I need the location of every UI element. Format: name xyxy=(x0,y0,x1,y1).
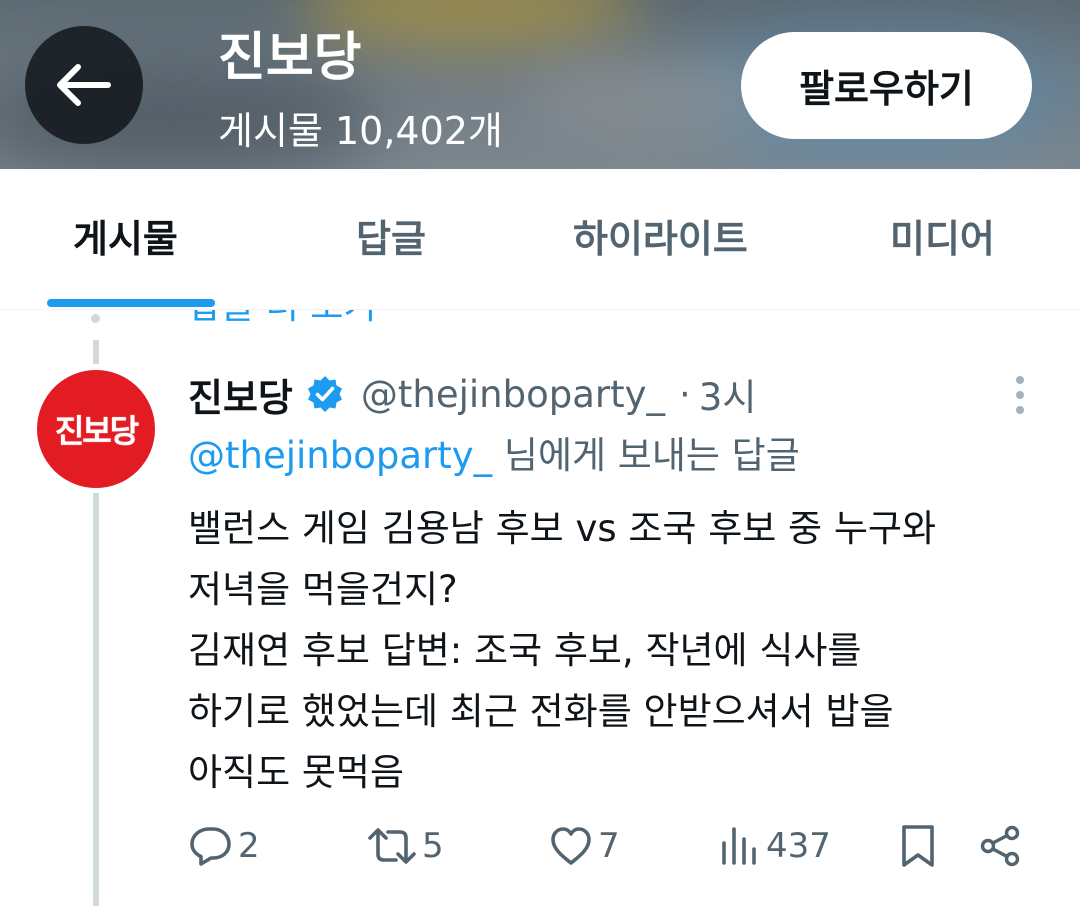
tweet-text-line: 저녁을 먹을건지? xyxy=(188,568,458,611)
tab-media[interactable]: 미디어 xyxy=(890,215,995,263)
tweet-text-line: 하기로 했었는데 최근 전화를 안받으셔서 밥을 xyxy=(188,690,894,733)
thread-line xyxy=(93,493,99,906)
replying-to: @thejinboparty_ 님에게 보내는 답글 xyxy=(188,430,800,482)
heart-icon xyxy=(551,827,591,865)
retweet-button[interactable]: 5 xyxy=(366,818,444,874)
views-count: 437 xyxy=(766,826,831,866)
share-button[interactable] xyxy=(978,818,1024,874)
post-count: 게시물 10,402개 xyxy=(218,109,503,153)
back-button[interactable] xyxy=(25,26,143,144)
back-arrow-icon xyxy=(57,64,111,106)
like-button[interactable]: 7 xyxy=(548,818,620,874)
author-handle[interactable]: @thejinboparty_ xyxy=(361,373,665,416)
tweet-text-line: 밸런스 게임 김용남 후보 vs 조국 후보 중 누구와 xyxy=(188,507,936,550)
reply-to-suffix: 님에게 보내는 답글 xyxy=(492,434,800,477)
verified-badge-icon xyxy=(305,374,345,414)
avatar[interactable]: 진보당 xyxy=(37,370,155,488)
retweet-icon xyxy=(368,828,416,864)
profile-name: 진보당 xyxy=(218,28,362,88)
views-button[interactable]: 437 xyxy=(716,818,831,874)
separator-dot: · xyxy=(679,372,691,416)
tweet-header: 진보당 @thejinboparty_ · 3시 xyxy=(188,366,756,422)
thread-line xyxy=(93,340,99,364)
reply-icon xyxy=(190,827,231,866)
tweet-text-line: 김재연 후보 답변: 조국 후보, 작년에 식사를 xyxy=(188,629,862,672)
tweet-text-line: 아직도 못먹음 xyxy=(188,751,405,794)
views-chart-icon xyxy=(722,827,756,865)
like-count: 7 xyxy=(598,826,620,866)
tab-posts[interactable]: 게시물 xyxy=(73,215,178,263)
banner-blur xyxy=(520,60,780,140)
profile-header: 진보당 게시물 10,402개 팔로우하기 xyxy=(0,0,1080,169)
active-tab-indicator xyxy=(47,299,215,307)
reply-count: 2 xyxy=(238,826,260,866)
avatar-logo-text: 진보당 xyxy=(54,412,139,450)
retweet-count: 5 xyxy=(422,826,444,866)
reply-mention-link[interactable]: @thejinboparty_ xyxy=(188,434,492,477)
tab-highlights[interactable]: 하이라이트 xyxy=(573,215,748,263)
more-options-icon[interactable] xyxy=(1002,370,1038,420)
author-name[interactable]: 진보당 xyxy=(188,367,293,422)
bookmark-icon xyxy=(902,825,934,867)
reply-button[interactable]: 2 xyxy=(188,818,260,874)
profile-tabs: 게시물 답글 하이라이트 미디어 xyxy=(0,169,1080,310)
follow-button[interactable]: 팔로우하기 xyxy=(741,32,1032,139)
thread-dot xyxy=(91,314,100,323)
share-icon xyxy=(980,825,1020,867)
tweet-time[interactable]: 3시 xyxy=(699,367,757,421)
tab-replies[interactable]: 답글 xyxy=(356,215,426,263)
bookmark-button[interactable] xyxy=(898,818,938,874)
tweet-text: 밸런스 게임 김용남 후보 vs 조국 후보 중 누구와 저녁을 먹을건지? 김… xyxy=(188,498,1048,803)
